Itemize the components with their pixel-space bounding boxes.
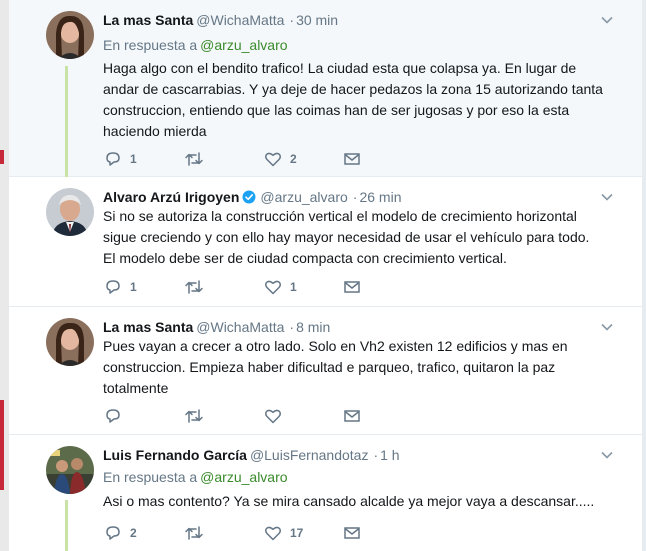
envelope-icon — [344, 410, 360, 422]
tweet-text-line: totalmente — [103, 380, 169, 396]
avatar-wichamatta[interactable] — [46, 11, 94, 59]
reply-icon — [106, 526, 120, 540]
display-name[interactable]: Luis Fernando García — [103, 447, 247, 463]
reply-context-label: En respuesta a — [103, 469, 198, 485]
reply-count: 1 — [130, 280, 137, 294]
scrollbar-track[interactable] — [642, 0, 646, 551]
reply-mention-link[interactable]: @arzu_alvaro — [200, 37, 287, 53]
avatar-arzu-alvaro[interactable] — [46, 188, 94, 236]
verified-badge-icon — [242, 190, 256, 204]
tweet[interactable]: Luis Fernando García @LuisFernandotaz · 1 h… — [9, 435, 642, 551]
thread-connector — [65, 500, 68, 551]
heart-icon — [265, 152, 281, 167]
reply-icon — [106, 409, 120, 423]
avatar-luisfernandotaz[interactable] — [46, 446, 94, 494]
envelope-icon — [344, 153, 360, 165]
retweet-icon — [185, 152, 203, 166]
tweet-header: La mas Santa @WichaMatta · 8 min — [103, 318, 330, 336]
reply-icon — [106, 152, 120, 166]
like-count: 2 — [290, 152, 297, 166]
timestamp[interactable]: 26 min — [359, 189, 401, 205]
timestamp[interactable]: 30 min — [296, 12, 338, 28]
chevron-down-icon[interactable] — [600, 448, 614, 462]
separator-dot: · — [373, 447, 379, 463]
reply-count: 1 — [130, 152, 137, 166]
avatar-wichamatta[interactable] — [46, 318, 94, 366]
timestamp[interactable]: 8 min — [296, 319, 330, 335]
separator-dot: · — [289, 12, 295, 28]
tweet-text-line: Pues vayan a crecer a otro lado. Solo en… — [103, 338, 568, 354]
reply-button[interactable] — [104, 406, 130, 426]
tweet-text-line: construccion, entiendo que las coimas ha… — [103, 102, 570, 118]
separator-dot: · — [352, 189, 358, 205]
like-count: 17 — [290, 526, 304, 540]
background-window-edge — [0, 0, 9, 551]
reply-count: 2 — [130, 526, 137, 540]
tweet[interactable]: La mas Santa @WichaMatta · 30 min En respue… — [9, 0, 642, 177]
display-name[interactable]: La mas Santa — [103, 12, 193, 28]
tweet-text: Si no se autoriza la construcción vertic… — [103, 206, 610, 269]
username[interactable]: @WichaMatta — [196, 319, 284, 335]
reply-context: En respuesta a @arzu_alvaro — [103, 469, 288, 485]
heart-icon — [265, 409, 281, 424]
tweet-header: Alvaro Arzú Irigoyen @arzu_alvaro · 26 min — [103, 188, 401, 206]
username[interactable]: @LuisFernandotaz — [250, 447, 369, 463]
like-button[interactable]: 17 — [264, 523, 303, 543]
direct-message-button[interactable] — [343, 149, 361, 169]
tweet-header: La mas Santa @WichaMatta · 30 min — [103, 11, 338, 29]
tweet-text: Asi o mas contento? Ya se mira cansado a… — [103, 491, 610, 512]
heart-icon — [265, 526, 281, 541]
twitter-conversation-thread: La mas Santa @WichaMatta · 30 min En respue… — [0, 0, 646, 551]
chevron-down-icon[interactable] — [600, 13, 614, 27]
direct-message-button[interactable] — [343, 277, 361, 297]
reply-mention-link[interactable]: @arzu_alvaro — [200, 469, 287, 485]
tweet-text-line: construccion. Empieza haber dificultad e… — [103, 359, 556, 375]
retweet-icon — [185, 526, 203, 540]
retweet-button[interactable] — [184, 277, 212, 297]
envelope-icon — [344, 281, 360, 293]
thread-connector — [65, 66, 68, 177]
retweet-button[interactable] — [184, 523, 212, 543]
reply-context-label: En respuesta a — [103, 37, 198, 53]
reply-button[interactable]: 2 — [104, 523, 137, 543]
retweet-button[interactable] — [184, 406, 212, 426]
tweet-text-line: El modelo debe ser de ciudad compacta co… — [103, 250, 507, 266]
like-count: 1 — [290, 280, 297, 294]
chevron-down-icon[interactable] — [600, 190, 614, 204]
tweet-text-line: andar de cascarrabias. Y ya deje de hace… — [103, 81, 603, 97]
tweet-text-line: Asi o mas contento? Ya se mira cansado a… — [103, 493, 595, 509]
chevron-down-icon[interactable] — [600, 320, 614, 334]
background-window-accent — [0, 400, 4, 490]
reply-context: En respuesta a @arzu_alvaro — [103, 37, 288, 53]
like-button[interactable] — [264, 406, 290, 426]
separator-dot: · — [289, 319, 295, 335]
timestamp[interactable]: 1 h — [380, 447, 399, 463]
background-window-accent — [0, 150, 4, 164]
tweet-text: Pues vayan a crecer a otro lado. Solo en… — [103, 336, 610, 399]
like-button[interactable]: 2 — [264, 149, 297, 169]
tweet-text: Haga algo con el bendito trafico! La ciu… — [103, 58, 610, 142]
retweet-icon — [185, 409, 203, 423]
direct-message-button[interactable] — [343, 523, 361, 543]
retweet-icon — [185, 280, 203, 294]
retweet-button[interactable] — [184, 149, 212, 169]
tweet[interactable]: Alvaro Arzú Irigoyen @arzu_alvaro · 26 min … — [9, 177, 642, 307]
tweet-text-line: sigue creciendo y con ello hay mayor nec… — [103, 229, 590, 245]
tweet-text-line: haciendo mierda — [103, 123, 207, 139]
tweet[interactable]: La mas Santa @WichaMatta · 8 min Pues vayan… — [9, 307, 642, 435]
like-button[interactable]: 1 — [264, 277, 297, 297]
tweet-header: Luis Fernando García @LuisFernandotaz · 1 h — [103, 446, 400, 464]
display-name[interactable]: Alvaro Arzú Irigoyen — [103, 189, 239, 205]
envelope-icon — [344, 527, 360, 539]
username[interactable]: @arzu_alvaro — [260, 189, 347, 205]
direct-message-button[interactable] — [343, 406, 361, 426]
tweet-text-line: Si no se autoriza la construcción vertic… — [103, 208, 577, 224]
reply-icon — [106, 280, 120, 294]
display-name[interactable]: La mas Santa — [103, 319, 193, 335]
username[interactable]: @WichaMatta — [196, 12, 284, 28]
heart-icon — [265, 280, 281, 295]
tweet-text-line: Haga algo con el bendito trafico! La ciu… — [103, 60, 577, 76]
reply-button[interactable]: 1 — [104, 277, 137, 297]
reply-button[interactable]: 1 — [104, 149, 137, 169]
